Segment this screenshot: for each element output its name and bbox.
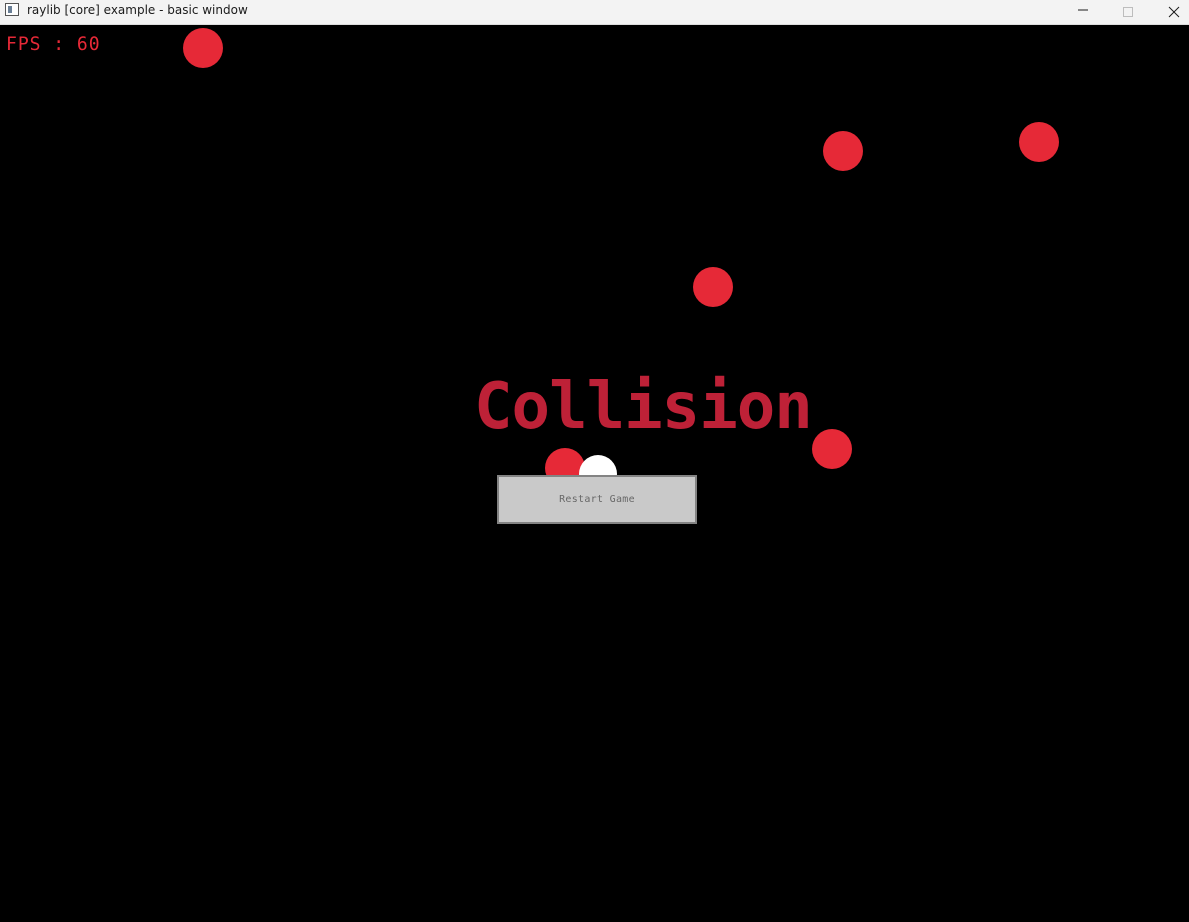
enemy-ball bbox=[823, 131, 863, 171]
maximize-button[interactable] bbox=[1105, 0, 1151, 24]
restart-game-button[interactable]: Restart Game bbox=[497, 475, 697, 524]
close-icon bbox=[1168, 6, 1180, 18]
collision-status-text: Collision bbox=[474, 370, 813, 444]
minimize-button[interactable] bbox=[1060, 0, 1106, 24]
enemy-ball bbox=[1019, 122, 1059, 162]
enemy-ball bbox=[812, 429, 852, 469]
enemy-ball bbox=[693, 267, 733, 307]
restart-button-label: Restart Game bbox=[559, 494, 635, 505]
minimize-icon bbox=[1078, 9, 1088, 11]
maximize-icon bbox=[1123, 7, 1133, 17]
close-button[interactable] bbox=[1151, 0, 1189, 24]
enemy-ball bbox=[183, 28, 223, 68]
fps-counter: FPS : 60 bbox=[6, 33, 101, 55]
window-titlebar[interactable]: raylib [core] example - basic window bbox=[0, 0, 1189, 25]
game-canvas[interactable]: FPS : 60 Collision Restart Game bbox=[0, 25, 1189, 922]
app-window-icon bbox=[5, 3, 19, 16]
window-title: raylib [core] example - basic window bbox=[27, 3, 248, 17]
